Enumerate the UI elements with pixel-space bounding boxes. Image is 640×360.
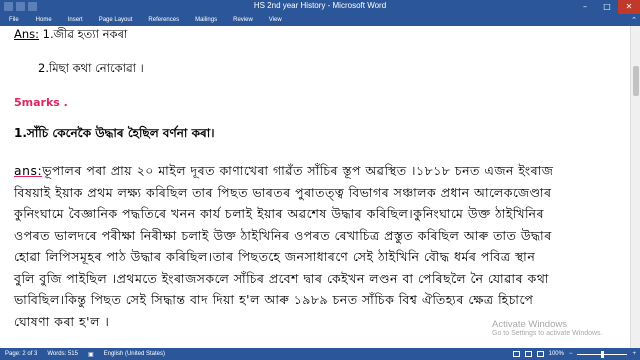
activate-windows-watermark: Activate Windows Go to Settings to activ… (492, 319, 603, 337)
question-heading: 1.সাঁচি কেনেকৈ উদ্ধাৰ হৈছিল বৰ্ণনা কৰা। (14, 126, 215, 140)
tab-view[interactable]: View (261, 14, 290, 26)
proofing-icon[interactable]: ▣ (83, 351, 99, 358)
zoom-out-icon[interactable]: − (569, 351, 573, 357)
page-count[interactable]: Page: 2 of 3 (0, 351, 42, 357)
ans-line-1-text: 1.জীৱ হত্যা নকৰা (39, 27, 128, 41)
window-controls: – □ ✕ (574, 0, 640, 14)
answer-line: বিষয়াই ইয়াক প্ৰথম লক্ষ্য কৰিছিল তাৰ পি… (14, 185, 552, 200)
full-screen-reading-icon[interactable] (524, 351, 532, 357)
ans-line-1: Ans: 1.জীৱ হত্যা নকৰা (14, 26, 127, 45)
vertical-scrollbar[interactable] (630, 26, 640, 348)
document-area[interactable]: Ans: 1.জীৱ হত্যা নকৰা 2.মিছা কথা নোকোৱা … (0, 26, 640, 348)
zoom-level[interactable]: 100% (549, 351, 564, 357)
language-indicator[interactable]: English (United States) (99, 351, 170, 357)
answer-line: ওপৰত ভালদৰে পৰীক্ষা নিৰীক্ষা চলাই উক্ত ঠ… (14, 228, 552, 243)
document-page[interactable]: Ans: 1.জীৱ হত্যা নকৰা 2.মিছা কথা নোকোৱা … (0, 26, 630, 348)
answer-paragraph: ans:ভূপালৰ পৰা প্ৰায় ২০ মাইল দূৰত কাণাখ… (14, 161, 614, 333)
ans-label: Ans: (14, 27, 40, 41)
zoom-in-icon[interactable]: + (632, 351, 636, 357)
tab-review[interactable]: Review (225, 14, 261, 26)
answer-line: হোৱা লিপিসমূহৰ পাঠ উদ্ধাৰ কৰিছিল।তাৰ পিছ… (14, 250, 536, 264)
scrollbar-thumb[interactable] (633, 66, 639, 96)
tab-file[interactable]: File (0, 14, 28, 26)
window-title: HS 2nd year History - Microsoft Word (253, 1, 387, 10)
watermark-title: Activate Windows (492, 319, 567, 330)
ribbon-tabs: File Home Insert Page Layout References … (0, 14, 640, 26)
ribbon-expand-icon[interactable]: ⌃ (628, 14, 640, 26)
answer-line: বুলি বুজি পাইছিল ।প্ৰথমতে ইংৰাজসকলে সাঁচ… (14, 271, 549, 286)
tab-home[interactable]: Home (28, 14, 60, 26)
print-layout-icon[interactable] (512, 351, 520, 357)
ans-line-2: 2.মিছা কথা নোকোৱা । (38, 61, 144, 75)
tab-page-layout[interactable]: Page Layout (91, 14, 141, 26)
title-bar: HS 2nd year History - Microsoft Word – □… (0, 0, 640, 14)
tab-references[interactable]: References (140, 14, 187, 26)
web-layout-icon[interactable] (536, 351, 544, 357)
watermark-subtitle: Go to Settings to activate Windows. (492, 330, 603, 337)
minimize-icon[interactable]: – (574, 0, 596, 14)
answer-line: ভাবিছিল।কিন্তু পিছত সেই সিদ্ধান্ত বাদ দি… (14, 293, 534, 307)
tab-mailings[interactable]: Mailings (187, 14, 225, 26)
tab-insert[interactable]: Insert (60, 14, 91, 26)
maximize-icon[interactable]: □ (596, 0, 618, 14)
status-bar: Page: 2 of 3 Words: 515 ▣ English (Unite… (0, 348, 640, 360)
word-count[interactable]: Words: 515 (42, 351, 83, 357)
view-controls: 100% − + (512, 350, 640, 358)
zoom-slider[interactable] (577, 350, 628, 358)
answer-line: কুনিংঘামে বৈজ্ঞানিক পদ্ধতিৰে খনন কাৰ্য চ… (14, 207, 544, 221)
answer-line: ans:ভূপালৰ পৰা প্ৰায় ২০ মাইল দূৰত কাণাখ… (14, 164, 554, 178)
marks-heading: 5marks . (14, 96, 68, 109)
answer-label: ans: (14, 164, 43, 178)
close-icon[interactable]: ✕ (618, 0, 640, 14)
